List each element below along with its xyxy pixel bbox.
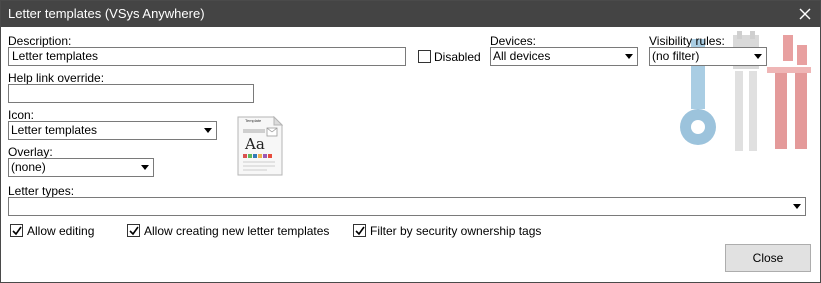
checkmark-icon bbox=[128, 226, 139, 235]
chevron-down-icon bbox=[788, 198, 805, 215]
letter-types-select[interactable] bbox=[8, 197, 806, 216]
letter-template-icon: Template Aa bbox=[237, 115, 284, 176]
chevron-down-icon bbox=[749, 48, 766, 65]
dialog-window: Letter templates (VSys Anywhere) Descrip… bbox=[0, 0, 821, 283]
checkmark-icon bbox=[354, 226, 365, 235]
title-bar[interactable]: Letter templates (VSys Anywhere) bbox=[1, 1, 820, 27]
disabled-checkbox[interactable] bbox=[418, 50, 431, 63]
icon-select[interactable]: Letter templates bbox=[8, 121, 217, 140]
checkmark-icon bbox=[11, 226, 22, 235]
visibility-rules-label: Visibility rules: bbox=[649, 34, 725, 48]
close-icon bbox=[799, 8, 811, 20]
preview-glyph: Aa bbox=[245, 135, 265, 153]
description-input[interactable]: Letter templates bbox=[8, 47, 406, 66]
filter-security-label: Filter by security ownership tags bbox=[370, 224, 542, 238]
window-title: Letter templates (VSys Anywhere) bbox=[8, 6, 205, 21]
chevron-down-icon bbox=[620, 48, 637, 65]
overlay-label: Overlay: bbox=[8, 145, 53, 159]
allow-creating-label: Allow creating new letter templates bbox=[144, 224, 330, 238]
filter-security-checkbox[interactable] bbox=[353, 224, 366, 237]
allow-editing-checkbox[interactable] bbox=[10, 224, 23, 237]
devices-select[interactable]: All devices bbox=[490, 47, 638, 66]
chevron-down-icon bbox=[136, 159, 153, 176]
preview-heading: Template bbox=[245, 118, 262, 123]
allow-creating-checkbox[interactable] bbox=[127, 224, 140, 237]
icon-label: Icon: bbox=[8, 108, 35, 122]
description-label: Description: bbox=[8, 34, 72, 48]
devices-value: All devices bbox=[493, 49, 551, 63]
letter-types-label: Letter types: bbox=[8, 184, 75, 198]
visibility-rules-select[interactable]: (no filter) bbox=[649, 47, 767, 66]
close-button[interactable]: Close bbox=[725, 244, 811, 272]
overlay-value: (none) bbox=[11, 160, 46, 174]
overlay-select[interactable]: (none) bbox=[8, 158, 154, 177]
allow-editing-label: Allow editing bbox=[27, 224, 95, 238]
disabled-label: Disabled bbox=[434, 50, 481, 64]
close-window-button[interactable] bbox=[790, 1, 820, 27]
devices-label: Devices: bbox=[490, 34, 537, 48]
help-link-label: Help link override: bbox=[8, 71, 105, 85]
help-link-input[interactable] bbox=[8, 84, 254, 103]
visibility-rules-value: (no filter) bbox=[652, 49, 700, 63]
icon-value: Letter templates bbox=[11, 123, 98, 137]
chevron-down-icon bbox=[199, 122, 216, 139]
